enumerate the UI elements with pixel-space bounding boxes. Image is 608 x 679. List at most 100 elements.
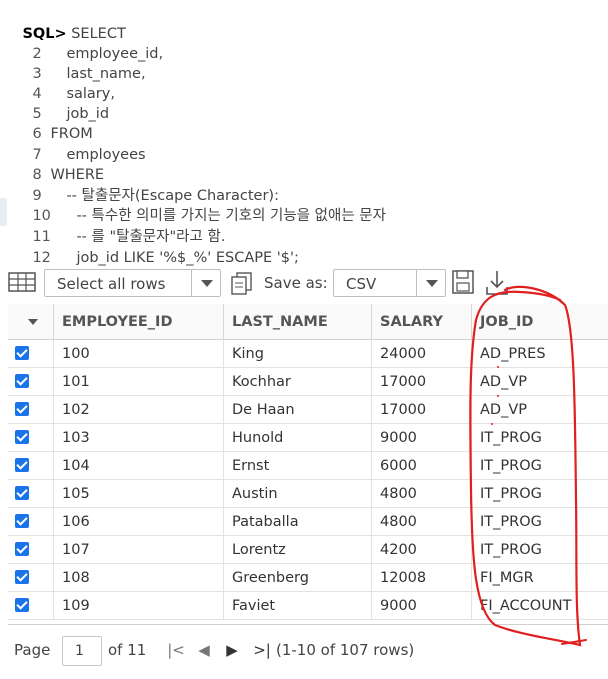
cell-employee-id[interactable]: 107 <box>54 536 224 563</box>
cell-last-name[interactable]: Faviet <box>224 592 372 619</box>
cell-job-id[interactable]: IT_PROG <box>472 424 608 451</box>
cell-job-id[interactable]: FI_MGR <box>472 564 608 591</box>
cell-salary[interactable]: 9000 <box>372 424 472 451</box>
table-row[interactable]: 104 Ernst 6000 IT_PROG <box>8 452 608 480</box>
cell-last-name[interactable]: King <box>224 340 372 367</box>
sql-editor[interactable]: SQL> SELECT 2 employee_id, 3 last_name, 4s… <box>0 0 608 266</box>
cell-last-name[interactable]: Pataballa <box>224 508 372 535</box>
cell-last-name[interactable]: De Haan <box>224 396 372 423</box>
cell-salary[interactable]: 17000 <box>372 396 472 423</box>
code-line-11[interactable]: 11 -- 를 "탈출문자"라고 함. <box>14 207 225 245</box>
chevron-down-icon <box>28 319 38 325</box>
cell-job-id[interactable]: AD_VP <box>472 368 608 395</box>
results-toolbar: Select all rows Save as: CSV <box>0 262 608 304</box>
column-header-salary[interactable]: SALARY <box>372 304 472 340</box>
cell-salary[interactable]: 17000 <box>372 368 472 395</box>
table-row[interactable]: 101 Kochhar 17000 AD_VP <box>8 368 608 396</box>
cell-job-id[interactable]: IT_PROG <box>472 508 608 535</box>
code-line-5[interactable]: 5 job_id <box>14 84 109 122</box>
column-header-employee-id[interactable]: EMPLOYEE_ID <box>54 304 224 340</box>
cell-salary[interactable]: 6000 <box>372 452 472 479</box>
code-line-4[interactable]: 4 salary, <box>14 64 115 102</box>
chevron-down-icon <box>191 270 220 296</box>
cell-employee-id[interactable]: 106 <box>54 508 224 535</box>
row-checkbox-cell <box>8 564 54 591</box>
code-line-12[interactable]: 12 job_id LIKE '%$_%' ESCAPE '$'; <box>14 228 298 266</box>
cell-job-id[interactable]: IT_PROG <box>472 480 608 507</box>
cell-job-id[interactable]: FI_ACCOUNT <box>472 592 608 619</box>
row-checkbox[interactable] <box>15 374 29 388</box>
row-checkbox[interactable] <box>15 570 29 584</box>
table-row[interactable]: 109 Faviet 9000 FI_ACCOUNT <box>8 592 608 620</box>
code-line-2[interactable]: 2 employee_id, <box>14 24 163 62</box>
cell-last-name[interactable]: Kochhar <box>224 368 372 395</box>
row-checkbox-cell <box>8 368 54 395</box>
row-checkbox-cell <box>8 480 54 507</box>
table-row[interactable]: 107 Lorentz 4200 IT_PROG <box>8 536 608 564</box>
cell-salary[interactable]: 4800 <box>372 508 472 535</box>
code-line-6[interactable]: 6 FROM <box>14 104 92 142</box>
copy-icon[interactable] <box>229 270 255 300</box>
cell-employee-id[interactable]: 104 <box>54 452 224 479</box>
cell-salary[interactable]: 4800 <box>372 480 472 507</box>
page-number-input[interactable]: 1 <box>62 636 102 666</box>
next-page-icon[interactable]: ▶ <box>222 640 242 660</box>
cell-last-name[interactable]: Hunold <box>224 424 372 451</box>
cell-salary[interactable]: 4200 <box>372 536 472 563</box>
row-checkbox[interactable] <box>15 598 29 612</box>
cell-employee-id[interactable]: 103 <box>54 424 224 451</box>
row-checkbox[interactable] <box>15 514 29 528</box>
code-line-8[interactable]: 8 WHERE <box>14 145 104 183</box>
cell-job-id[interactable]: IT_PROG <box>472 536 608 563</box>
last-page-icon[interactable]: >| <box>252 640 272 660</box>
row-checkbox[interactable] <box>15 402 29 416</box>
cell-last-name[interactable]: Lorentz <box>224 536 372 563</box>
cell-employee-id[interactable]: 101 <box>54 368 224 395</box>
cell-employee-id[interactable]: 109 <box>54 592 224 619</box>
cell-salary[interactable]: 9000 <box>372 592 472 619</box>
column-header-last-name[interactable]: LAST_NAME <box>224 304 372 340</box>
save-icon[interactable] <box>451 269 475 299</box>
previous-page-icon[interactable]: ◀ <box>194 640 214 660</box>
row-checkbox-cell <box>8 340 54 367</box>
export-format-dropdown[interactable]: CSV <box>333 269 446 297</box>
select-column-header[interactable] <box>8 304 54 340</box>
table-row[interactable]: 108 Greenberg 12008 FI_MGR <box>8 564 608 592</box>
cell-job-id[interactable]: IT_PROG <box>472 452 608 479</box>
cell-employee-id[interactable]: 102 <box>54 396 224 423</box>
row-range-text: (1-10 of 107 rows) <box>276 641 415 659</box>
table-row[interactable]: 103 Hunold 9000 IT_PROG <box>8 424 608 452</box>
cell-salary[interactable]: 12008 <box>372 564 472 591</box>
cell-employee-id[interactable]: 100 <box>54 340 224 367</box>
row-checkbox-cell <box>8 452 54 479</box>
code-line-3[interactable]: 3 last_name, <box>14 44 145 82</box>
first-page-icon[interactable]: |< <box>166 640 186 660</box>
cell-salary[interactable]: 24000 <box>372 340 472 367</box>
column-header-job-id[interactable]: JOB_ID <box>472 304 608 340</box>
row-checkbox[interactable] <box>15 542 29 556</box>
code-line-9[interactable]: 9 -- 탈출문자(Escape Character): <box>14 166 279 204</box>
cell-job-id[interactable]: AD_VP <box>472 396 608 423</box>
download-icon[interactable] <box>484 269 510 301</box>
cell-last-name[interactable]: Greenberg <box>224 564 372 591</box>
results-grid: EMPLOYEE_ID LAST_NAME SALARY JOB_ID 100 K… <box>8 304 608 624</box>
table-row[interactable]: 100 King 24000 AD_PRES <box>8 340 608 368</box>
table-row[interactable]: 102 De Haan 17000 AD_VP <box>8 396 608 424</box>
code-line-10[interactable]: 10 -- 특수한 의미를 가지는 기호의 기능을 없애는 문자 <box>14 186 386 224</box>
code-line-7[interactable]: 7 employees <box>14 125 145 163</box>
row-checkbox[interactable] <box>15 458 29 472</box>
code-line-1[interactable]: SQL> SELECT <box>4 4 125 42</box>
row-checkbox[interactable] <box>15 346 29 360</box>
cell-last-name[interactable]: Austin <box>224 480 372 507</box>
cell-last-name[interactable]: Ernst <box>224 452 372 479</box>
cell-job-id[interactable]: AD_PRES <box>472 340 608 367</box>
table-row[interactable]: 106 Pataballa 4800 IT_PROG <box>8 508 608 536</box>
row-checkbox[interactable] <box>15 486 29 500</box>
table-row[interactable]: 105 Austin 4800 IT_PROG <box>8 480 608 508</box>
row-checkbox[interactable] <box>15 430 29 444</box>
row-selection-dropdown[interactable]: Select all rows <box>44 269 221 297</box>
cell-employee-id[interactable]: 105 <box>54 480 224 507</box>
grid-view-icon[interactable] <box>8 271 36 297</box>
row-checkbox-cell <box>8 508 54 535</box>
cell-employee-id[interactable]: 108 <box>54 564 224 591</box>
